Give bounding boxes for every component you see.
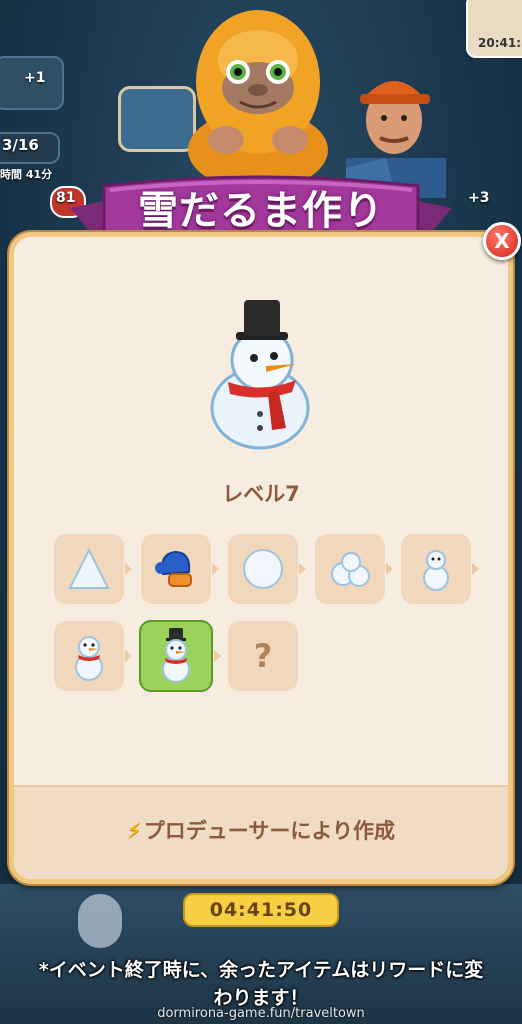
snowman-scarf-icon bbox=[75, 636, 103, 681]
watermark: dormirona-game.fun/traveltown bbox=[157, 1006, 365, 1021]
producer-text: プロデューサーにより作成 bbox=[143, 819, 395, 843]
background-snowman-item bbox=[78, 894, 122, 948]
background-timer-fragment: 時間 41分 bbox=[0, 168, 53, 181]
chain-arrow bbox=[125, 650, 132, 662]
chain-tile-8-locked[interactable]: ? bbox=[228, 621, 298, 691]
event-notice: *イベント終了時に、余ったアイテムはリワードに変 わります！ bbox=[0, 956, 522, 1012]
chain-arrow bbox=[299, 563, 306, 575]
chain-arrow bbox=[472, 563, 479, 575]
snowball-icon bbox=[243, 549, 283, 589]
close-button[interactable]: X bbox=[483, 222, 521, 260]
chain-tile-6[interactable] bbox=[54, 621, 124, 691]
blue-mitten-icon bbox=[155, 550, 192, 587]
snowman-hat-icon bbox=[162, 628, 190, 683]
background-counter: 3/16 bbox=[2, 136, 39, 154]
background-plus-left: +1 bbox=[24, 70, 46, 86]
event-timer: 04:41:50 bbox=[183, 893, 339, 927]
chain-tile-2[interactable] bbox=[141, 534, 211, 604]
chain-tile-7-current[interactable] bbox=[139, 620, 213, 692]
background-plus-right: +3 bbox=[468, 190, 490, 206]
chain-arrow bbox=[212, 563, 219, 575]
panel-footer: ⚡プロデューサーにより作成 bbox=[14, 785, 508, 879]
popup-title: 雪だるま作り bbox=[138, 188, 384, 234]
chain-arrow bbox=[125, 563, 132, 575]
snowman-level7-icon bbox=[210, 300, 310, 450]
chain-tile-3[interactable] bbox=[228, 534, 298, 604]
snow-lumps-icon bbox=[331, 552, 370, 587]
background-top-right-timer: 20:41:5 bbox=[478, 36, 522, 50]
chain-tile-5[interactable] bbox=[401, 534, 471, 604]
chain-arrow bbox=[214, 650, 221, 662]
notice-line-1: *イベント終了時に、余ったアイテムはリワードに変 bbox=[38, 959, 484, 981]
producer-label: ⚡プロデューサーにより作成 bbox=[14, 815, 508, 845]
small-snowman-icon bbox=[423, 550, 449, 591]
chain-tile-1[interactable] bbox=[54, 534, 124, 604]
snow-pile-icon bbox=[68, 547, 110, 589]
level-label: レベル7 bbox=[222, 482, 300, 506]
chain-tile-4[interactable] bbox=[315, 534, 385, 604]
lightning-bolt-icon: ⚡ bbox=[127, 819, 142, 843]
unknown-icon: ? bbox=[253, 637, 273, 675]
chain-arrow bbox=[386, 563, 393, 575]
yeti-monkey-character bbox=[188, 10, 328, 180]
